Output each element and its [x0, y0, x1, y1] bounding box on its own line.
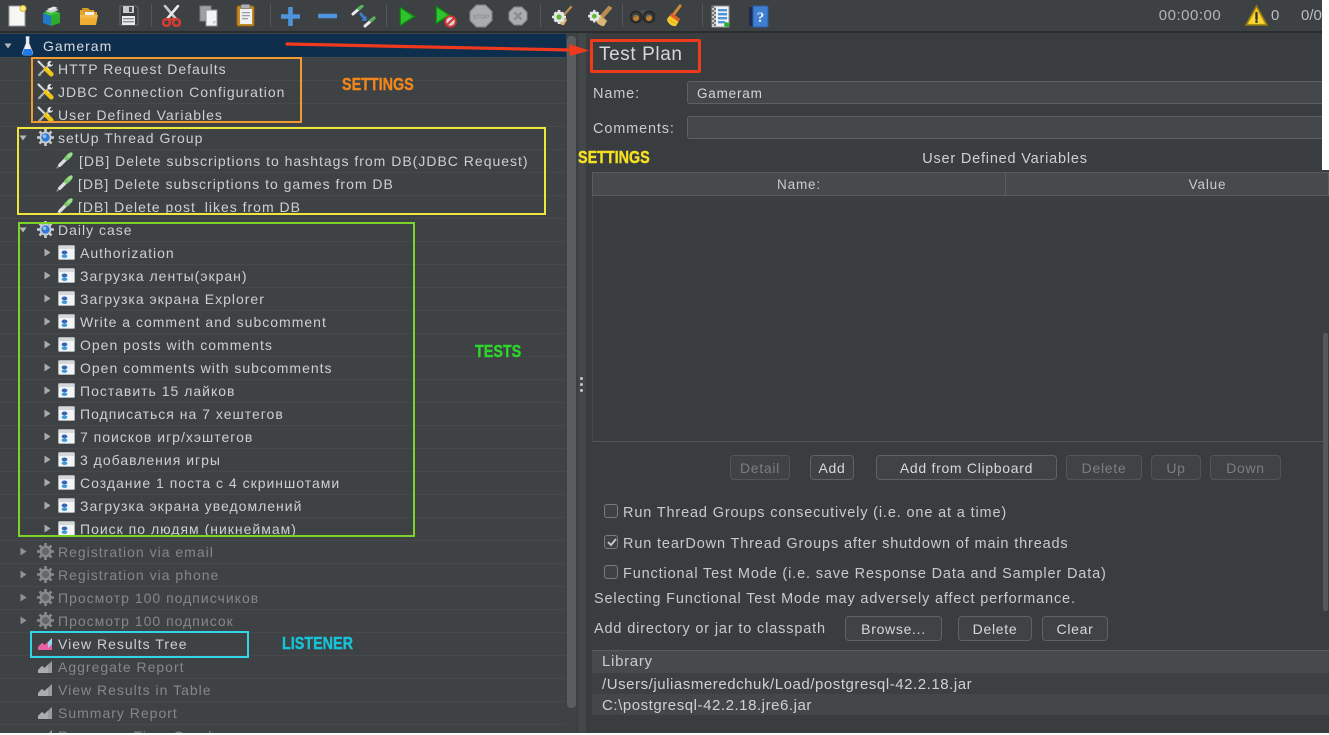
svg-text:?: ? — [757, 10, 765, 26]
svg-text:STOP: STOP — [473, 15, 489, 21]
